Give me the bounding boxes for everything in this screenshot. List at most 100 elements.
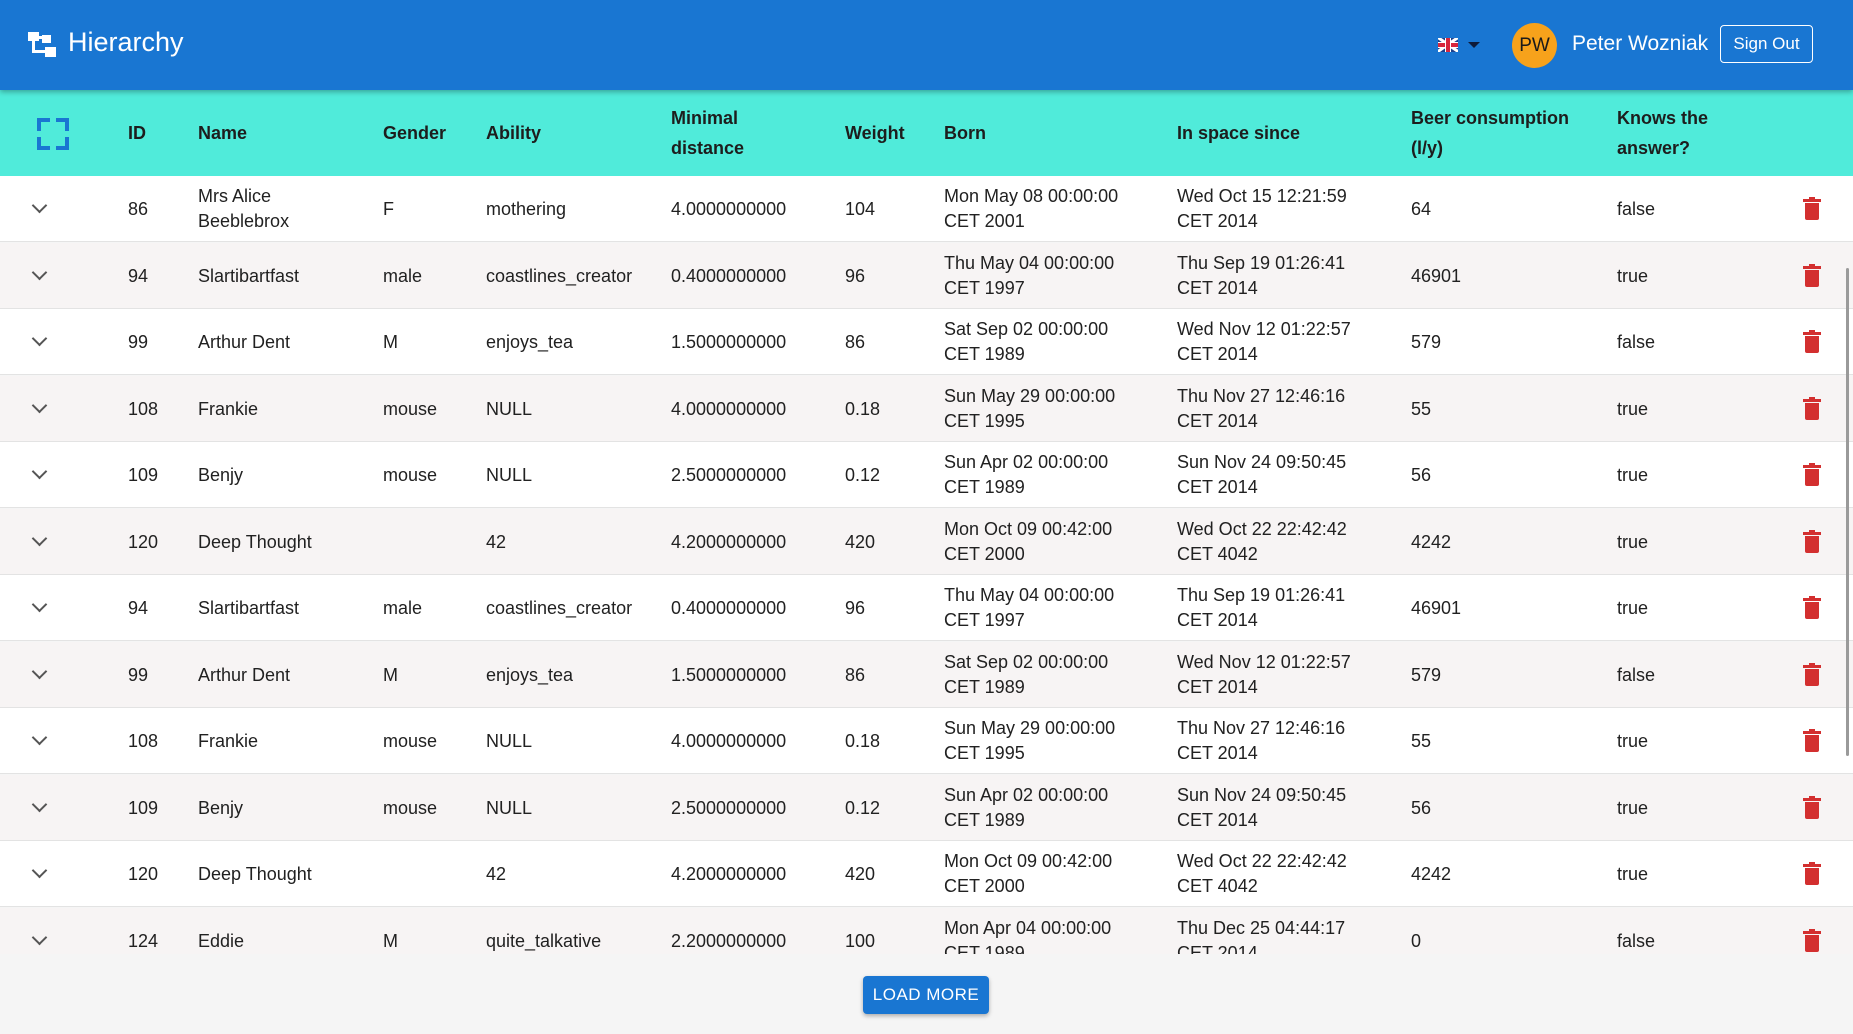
delete-icon[interactable]	[1803, 397, 1821, 421]
table-row[interactable]: 109 Benjy mouse NULL 2.5000000000 0.12 Sun Apr…	[0, 442, 1853, 508]
cell-line: Beeblebrox	[198, 211, 290, 231]
delete-icon[interactable]	[1803, 796, 1821, 820]
cell-ability: mothering	[486, 199, 567, 219]
language-selector[interactable]	[1438, 36, 1480, 54]
column-header-born[interactable]: Born	[944, 118, 986, 148]
table-row[interactable]: 94 Slartibartfast male coastlines_creator 0.…	[0, 575, 1853, 641]
cell-ability: NULL	[486, 798, 533, 818]
cell-weight: 96	[845, 598, 866, 618]
cell-name: Frankie	[198, 729, 258, 754]
chevron-down-icon[interactable]	[32, 267, 46, 281]
cell-line: Sun May 29 00:00:00	[944, 386, 1116, 406]
chevron-down-icon[interactable]	[32, 466, 46, 480]
chevron-down-icon[interactable]	[32, 732, 46, 746]
table-row[interactable]: 86 Mrs Alice Beeblebrox Fmothering 4.0000000…	[0, 176, 1853, 242]
cell-line: Thu Nov 27 12:46:16	[1177, 386, 1346, 406]
cell-in-space-since: Thu Sep 19 01:26:41 CET 2014	[1177, 251, 1345, 301]
column-header-name[interactable]: Name	[198, 118, 247, 148]
table-row[interactable]: 99 Arthur Dent Menjoys_tea 1.5000000000 86 Sa…	[0, 642, 1853, 708]
delete-icon[interactable]	[1803, 929, 1821, 953]
table-row[interactable]: 99 Arthur Dent Menjoys_tea 1.5000000000 86 Sa…	[0, 309, 1853, 375]
chevron-down-icon[interactable]	[32, 599, 46, 613]
cell-in-space-since: Thu Sep 19 01:26:41 CET 2014	[1177, 583, 1345, 633]
cell-weight: 0.18	[845, 399, 881, 419]
delete-icon[interactable]	[1803, 596, 1821, 620]
chevron-down-icon[interactable]	[32, 799, 46, 813]
table-row[interactable]: 94 Slartibartfast male coastlines_creator 0.…	[0, 243, 1853, 309]
delete-icon[interactable]	[1803, 264, 1821, 288]
cell-line: Sun Nov 24 09:50:45	[1177, 452, 1347, 472]
cell-line: CET 2001	[944, 211, 1025, 231]
cell-ability: 42	[486, 864, 507, 884]
column-header-knows-answer[interactable]: Knows the answer?	[1617, 103, 1708, 163]
table-row[interactable]: 108 Frankie mouse NULL 4.0000000000 0.18 Sun M…	[0, 708, 1853, 774]
delete-icon[interactable]	[1803, 197, 1821, 221]
cell-born: Mon Oct 09 00:42:00 CET 2000	[944, 517, 1112, 567]
cell-line: Wed Oct 22 22:42:42	[1177, 519, 1347, 539]
chevron-down-icon[interactable]	[32, 865, 46, 879]
cell-name: Arthur Dent	[198, 663, 290, 688]
cell-line: Mon Oct 09 00:42:00	[944, 851, 1113, 871]
cell-gender: mouse	[383, 731, 438, 751]
table-row[interactable]: 108 Frankie mouse NULL 4.0000000000 0.18 Sun M…	[0, 376, 1853, 442]
cell-gender: male	[383, 598, 423, 618]
cell-line: CET 1989	[944, 677, 1025, 697]
chevron-down-icon[interactable]	[32, 533, 46, 547]
table-row[interactable]: 124 Eddie Mquite_talkative 2.2000000000 100 M…	[0, 908, 1853, 954]
delete-icon[interactable]	[1803, 729, 1821, 753]
cell-line: Slartibartfast	[198, 598, 300, 618]
cell-ability: enjoys_tea	[486, 665, 574, 685]
cell-minimal-distance: 2.2000000000	[671, 931, 787, 951]
cell-line: Thu Sep 19 01:26:41	[1177, 253, 1346, 273]
column-header-in-space-since[interactable]: In space since	[1177, 118, 1300, 148]
cell-minimal-distance: 4.2000000000	[671, 864, 787, 884]
column-header-minimal-distance[interactable]: Minimal distance	[671, 103, 744, 163]
cell-in-space-since: Wed Nov 12 01:22:57 CET 2014	[1177, 317, 1351, 367]
cell-line: CET 2014	[1177, 943, 1258, 954]
cell-beer-consumption: 4242	[1411, 864, 1452, 884]
column-header-ability[interactable]: Ability	[486, 118, 541, 148]
table-row[interactable]: 120 Deep Thought 42 4.2000000000 420 Mon Oct …	[0, 509, 1853, 575]
cell-in-space-since: Thu Nov 27 12:46:16 CET 2014	[1177, 384, 1345, 434]
table-row[interactable]: 109 Benjy mouse NULL 2.5000000000 0.12 Sun Apr…	[0, 775, 1853, 841]
chevron-down-icon[interactable]	[32, 200, 46, 214]
delete-icon[interactable]	[1803, 530, 1821, 554]
cell-id: 120	[128, 532, 159, 552]
cell-knows-answer: false	[1617, 332, 1656, 352]
chevron-down-icon[interactable]	[32, 666, 46, 680]
column-header-id[interactable]: ID	[128, 118, 146, 148]
expand-all-icon[interactable]	[37, 118, 69, 150]
delete-icon[interactable]	[1803, 862, 1821, 886]
avatar[interactable]: PW	[1512, 23, 1557, 68]
chevron-down-icon[interactable]	[32, 333, 46, 347]
delete-icon[interactable]	[1803, 463, 1821, 487]
cell-line: Benjy	[198, 798, 244, 818]
cell-beer-consumption: 55	[1411, 399, 1432, 419]
cell-born: Sun Apr 02 00:00:00 CET 1989	[944, 783, 1108, 833]
cell-knows-answer: true	[1617, 399, 1649, 419]
cell-id: 94	[128, 266, 149, 286]
cell-id: 108	[128, 399, 159, 419]
chevron-down-icon[interactable]	[32, 932, 46, 946]
cell-born: Thu May 04 00:00:00 CET 1997	[944, 583, 1114, 633]
column-header-weight[interactable]: Weight	[845, 118, 905, 148]
sign-out-button[interactable]: Sign Out	[1720, 25, 1813, 63]
vertical-scrollbar[interactable]	[1846, 268, 1849, 756]
caret-down-icon	[1468, 42, 1480, 48]
hierarchy-icon[interactable]	[28, 32, 58, 60]
delete-icon[interactable]	[1803, 663, 1821, 687]
table-row[interactable]: 120 Deep Thought 42 4.2000000000 420 Mon Oct …	[0, 841, 1853, 907]
cell-gender: male	[383, 266, 423, 286]
cell-line: Benjy	[198, 465, 244, 485]
cell-id: 109	[128, 465, 159, 485]
column-header-beer-consumption[interactable]: Beer consumption (l/y)	[1411, 103, 1569, 163]
cell-ability: NULL	[486, 731, 533, 751]
delete-icon[interactable]	[1803, 330, 1821, 354]
chevron-down-icon[interactable]	[32, 400, 46, 414]
cell-minimal-distance: 2.5000000000	[671, 798, 787, 818]
cell-beer-consumption: 64	[1411, 199, 1432, 219]
cell-line: CET 1989	[944, 477, 1025, 497]
column-header-gender[interactable]: Gender	[383, 118, 446, 148]
load-more-button[interactable]: LOAD MORE	[863, 976, 989, 1014]
cell-line: CET 1997	[944, 278, 1025, 298]
